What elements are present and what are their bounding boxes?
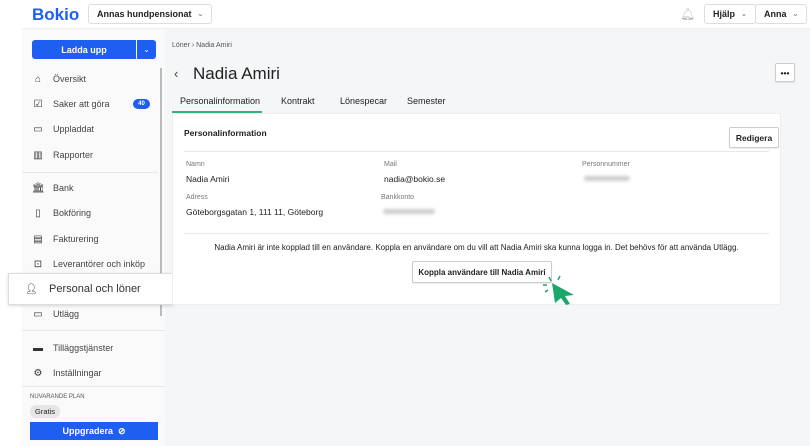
sidebar-item-utlagg[interactable]: ▭ Utlägg bbox=[32, 305, 79, 323]
personnummer-label: Personnummer bbox=[582, 161, 630, 168]
folder-icon: ▭ bbox=[33, 123, 43, 135]
divider bbox=[22, 330, 165, 331]
sidebar-item-bokforing[interactable]: ▯ Bokföring bbox=[32, 204, 91, 222]
sidebar-item-label: Utlägg bbox=[53, 309, 80, 319]
sidebar-item-tillagg[interactable]: ▬ Tilläggstjänster bbox=[32, 339, 113, 357]
divider bbox=[184, 233, 769, 234]
store-icon: ▬ bbox=[33, 342, 43, 354]
cursor-pointer-icon bbox=[543, 275, 574, 305]
user-label: Anna bbox=[764, 9, 787, 19]
user-menu[interactable]: Anna ⌄ bbox=[755, 4, 808, 24]
address-label: Adress bbox=[186, 194, 208, 201]
sidebar-item-personal[interactable]: 👤︎ Personal och löner bbox=[8, 273, 174, 305]
not-connected-message: Nadia Amiri är inte kopplad till en anvä… bbox=[214, 243, 739, 252]
card-icon: ▭ bbox=[33, 308, 43, 320]
breadcrumb[interactable]: Löner › Nadia Amiri bbox=[172, 42, 232, 49]
sidebar-item-label: Översikt bbox=[53, 74, 87, 84]
gear-icon: ⚙ bbox=[33, 367, 43, 379]
book-icon: ▯ bbox=[35, 207, 41, 219]
bank-icon: 🏛︎ bbox=[32, 182, 45, 194]
bell-icon[interactable]: 🔔︎ bbox=[680, 7, 695, 21]
tab-semester[interactable]: Semester bbox=[407, 96, 446, 106]
card-title: Personalinformation bbox=[184, 128, 267, 138]
more-options-button[interactable]: ••• bbox=[775, 63, 795, 82]
upgrade-label: Uppgradera bbox=[62, 426, 113, 436]
help-label: Hjälp bbox=[713, 9, 736, 19]
upload-button[interactable]: Ladda upp bbox=[32, 40, 136, 59]
plan-badge: Gratis bbox=[30, 405, 61, 418]
company-name: Annas hundpensionat bbox=[97, 9, 192, 19]
sidebar-item-bank[interactable]: 🏛︎ Bank bbox=[32, 179, 74, 197]
divider bbox=[22, 172, 158, 173]
divider bbox=[22, 386, 165, 387]
sidebar-item-label: Uppladdat bbox=[53, 124, 95, 134]
logo[interactable]: Bokio bbox=[32, 5, 79, 25]
sidebar-item-label: Tilläggstjänster bbox=[53, 343, 114, 353]
bank-account-label: Bankkonto bbox=[381, 194, 415, 201]
bank-account-value-blurred bbox=[383, 209, 435, 214]
mail-label: Mail bbox=[384, 161, 397, 168]
help-menu[interactable]: Hjälp ⌄ bbox=[704, 4, 756, 24]
upload-dropdown-button[interactable]: ⌄ bbox=[137, 40, 156, 59]
page-title: Nadia Amiri bbox=[193, 64, 280, 83]
ellipsis-icon: ••• bbox=[780, 67, 790, 78]
name-label: Namn bbox=[186, 161, 205, 168]
external-link-icon: ⊘ bbox=[117, 425, 126, 436]
chevron-down-icon: ⌄ bbox=[197, 11, 204, 18]
name-value: Nadia Amiri bbox=[186, 174, 230, 184]
sidebar-item-oversikt[interactable]: ⌂ Översikt bbox=[32, 70, 86, 88]
person-icon: 👤︎ bbox=[25, 283, 38, 295]
calendar-check-icon: ☑ bbox=[33, 98, 43, 110]
upgrade-button[interactable]: Uppgradera ⊘ bbox=[30, 422, 158, 440]
chevron-down-icon: ⌄ bbox=[792, 11, 799, 18]
sidebar-item-label: Bank bbox=[53, 183, 74, 193]
sidebar-item-label: Leverantörer och inköp bbox=[53, 259, 146, 269]
connect-user-button[interactable]: Koppla användare till Nadia Amiri bbox=[412, 261, 552, 283]
address-value: Göteborgsgatan 1, 111 11, Göteborg bbox=[186, 207, 324, 217]
plan-label: NUVARANDE PLAN bbox=[30, 394, 85, 400]
personnummer-value-blurred bbox=[584, 176, 630, 181]
sidebar-item-uppladdat[interactable]: ▭ Uppladdat bbox=[32, 120, 94, 138]
edit-button[interactable]: Redigera bbox=[729, 127, 779, 148]
tab-lonespecar[interactable]: Lönespecar bbox=[340, 96, 387, 106]
chevron-down-icon: ⌄ bbox=[143, 45, 150, 54]
tab-personalinformation[interactable]: Personalinformation bbox=[180, 96, 260, 106]
sidebar-item-label: Bokföring bbox=[53, 208, 92, 218]
bar-chart-icon: ▥ bbox=[33, 149, 43, 161]
sidebar-item-fakturering[interactable]: ▤ Fakturering bbox=[32, 230, 99, 248]
tab-kontrakt[interactable]: Kontrakt bbox=[281, 96, 315, 106]
sidebar-item-label: Inställningar bbox=[53, 368, 102, 378]
mail-value: nadia@bokio.se bbox=[384, 174, 446, 184]
inbox-icon: ⊡ bbox=[33, 258, 43, 270]
sidebar-item-label: Fakturering bbox=[53, 234, 99, 244]
sidebar-item-label: Saker att göra bbox=[53, 99, 110, 109]
sidebar-item-label: Rapporter bbox=[53, 150, 94, 160]
company-selector[interactable]: Annas hundpensionat ⌄ bbox=[88, 4, 213, 24]
divider bbox=[184, 151, 769, 152]
sidebar-item-installningar[interactable]: ⚙ Inställningar bbox=[32, 364, 102, 382]
todo-count-badge: 40 bbox=[133, 99, 150, 109]
invoice-icon: ▤ bbox=[33, 233, 43, 245]
home-icon: ⌂ bbox=[34, 73, 42, 85]
back-chevron-icon[interactable]: ‹ bbox=[174, 66, 178, 81]
sidebar-item-saker[interactable]: ☑ Saker att göra bbox=[32, 95, 110, 113]
chevron-down-icon: ⌄ bbox=[741, 11, 747, 18]
sidebar-item-rapporter[interactable]: ▥ Rapporter bbox=[32, 146, 93, 164]
sidebar-item-leverantorer[interactable]: ⊡ Leverantörer och inköp bbox=[32, 255, 145, 273]
sidebar-item-label: Personal och löner bbox=[49, 283, 141, 295]
